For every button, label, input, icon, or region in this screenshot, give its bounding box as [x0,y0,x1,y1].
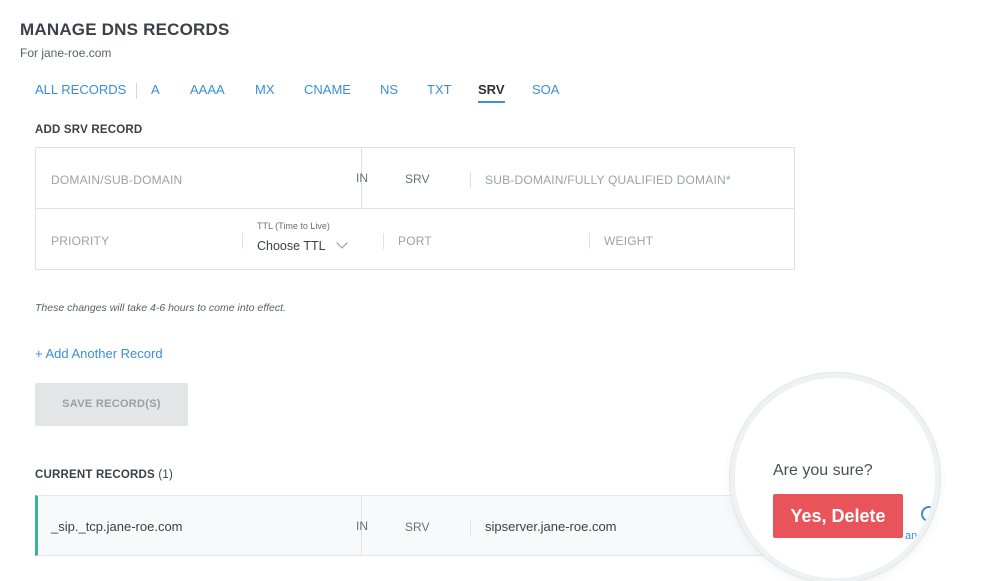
record-type-label: SRV [405,172,430,186]
form-row-divider [36,208,794,209]
priority-input[interactable]: PRIORITY [51,234,109,248]
record-target: sipserver.jane-roe.com [485,519,617,534]
weight-input[interactable]: WEIGHT [604,234,653,248]
field-divider [242,233,243,249]
record-class-label: IN [356,171,368,185]
table-row: _sip._tcp.jane-roe.com IN SRV sipserver.… [35,495,793,556]
page-title: MANAGE DNS RECORDS [20,20,230,39]
chevron-down-icon [335,237,348,249]
record-count: (1) [158,469,173,481]
record-name: _sip._tcp.jane-roe.com [51,519,183,534]
delete-confirmation-magnifier: Are you sure? Yes, Delete ancel [735,378,935,578]
ttl-caption: TTL (Time to Live) [257,221,330,231]
tab-a[interactable]: A [151,82,160,97]
tab-soa[interactable]: SOA [532,82,559,97]
yes-delete-button[interactable]: Yes, Delete [773,494,903,538]
ttl-select[interactable]: Choose TTL [257,237,348,253]
field-divider [383,233,384,249]
tab-all-records[interactable]: ALL RECORDS [35,82,126,97]
cancel-link[interactable]: ancel [905,530,931,542]
confirm-question: Are you sure? [773,462,873,479]
current-records-title: CURRENT RECORDS [35,469,155,481]
add-record-heading: ADD SRV RECORD [35,124,143,136]
record-class: IN [356,519,368,533]
record-type: SRV [405,520,430,534]
add-record-form: DOMAIN/SUB-DOMAIN IN SRV SUB-DOMAIN/FULL… [35,147,795,270]
tab-srv[interactable]: SRV [478,82,505,103]
field-divider [589,233,590,249]
field-divider [470,519,471,535]
target-domain-input[interactable]: SUB-DOMAIN/FULLY QUALIFIED DOMAIN* [485,173,731,187]
port-input[interactable]: PORT [398,234,432,248]
add-another-record-link[interactable]: + Add Another Record [35,346,163,361]
tab-aaaa[interactable]: AAAA [190,82,225,97]
field-divider [470,172,471,188]
domain-input[interactable]: DOMAIN/SUB-DOMAIN [51,173,182,187]
tab-txt[interactable]: TXT [427,82,452,97]
tab-mx[interactable]: MX [255,82,275,97]
propagation-note: These changes will take 4-6 hours to com… [35,302,286,314]
edit-icon[interactable] [921,506,935,522]
tab-ns[interactable]: NS [380,82,398,97]
current-records-heading: CURRENT RECORDS (1) [35,469,173,481]
tab-separator [136,83,137,99]
ttl-select-value: Choose TTL [257,239,326,253]
save-records-button[interactable]: SAVE RECORD(S) [35,383,188,426]
page-subtitle: For jane-roe.com [20,46,112,60]
tab-cname[interactable]: CNAME [304,82,351,97]
